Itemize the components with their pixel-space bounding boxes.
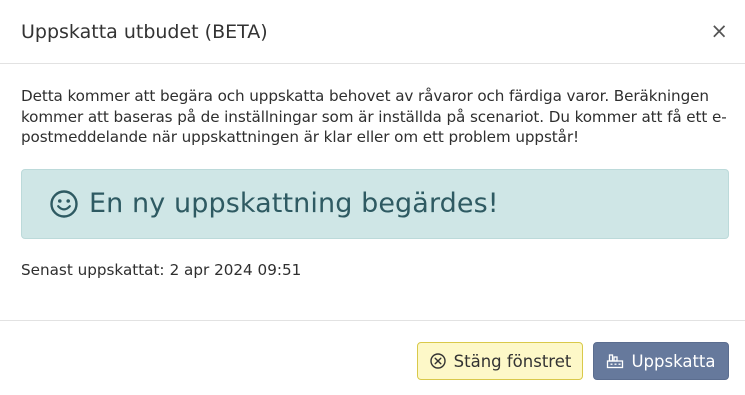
factory-icon <box>606 352 624 370</box>
dialog-body: Detta kommer att begära och uppskatta be… <box>0 64 745 279</box>
close-window-label: Stäng fönstret <box>453 351 572 371</box>
dialog-header: Uppskatta utbudet (BETA) × <box>0 0 745 64</box>
alert-message: En ny uppskattning begärdes! <box>89 188 499 219</box>
last-estimated-value: 2 apr 2024 09:51 <box>169 260 302 279</box>
circle-x-icon <box>429 352 447 370</box>
close-window-button[interactable]: Stäng fönstret <box>417 342 583 380</box>
smile-icon <box>49 189 79 219</box>
estimate-supply-dialog: Uppskatta utbudet (BETA) × Detta kommer … <box>0 0 745 395</box>
last-estimated: Senast uppskattat: 2 apr 2024 09:51 <box>21 261 729 279</box>
description-text: Detta kommer att begära och uppskatta be… <box>21 87 727 146</box>
estimate-label: Uppskatta <box>631 351 716 371</box>
estimate-button[interactable]: Uppskatta <box>593 342 729 380</box>
success-alert: En ny uppskattning begärdes! <box>21 168 729 239</box>
last-estimated-label: Senast uppskattat: <box>21 260 165 279</box>
dialog-footer: Stäng fönstret Uppskatta <box>0 320 745 395</box>
dialog-title: Uppskatta utbudet (BETA) <box>21 20 268 43</box>
close-icon[interactable]: × <box>710 19 728 43</box>
